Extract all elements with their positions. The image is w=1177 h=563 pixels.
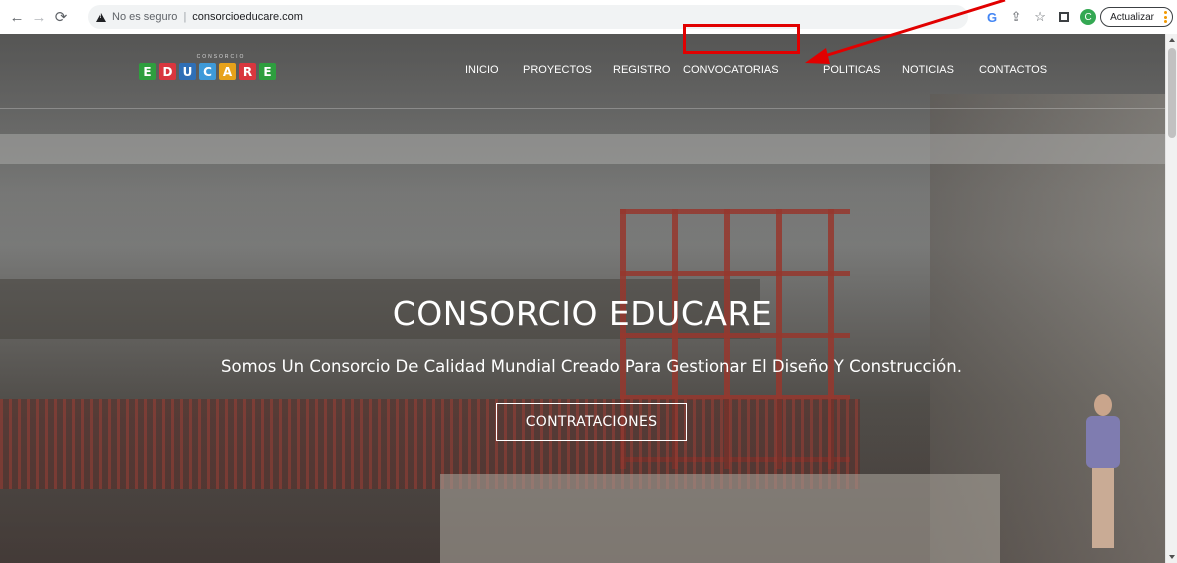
menu-item-convocatorias[interactable]: CONVOCATORIAS (683, 64, 779, 76)
logo-letter: R (239, 63, 256, 80)
menu-item-contactos[interactable]: CONTACTOS (979, 64, 1047, 76)
hero-title: CONSORCIO EDUCARE (392, 294, 773, 333)
address-separator: | (183, 11, 187, 23)
google-icon[interactable]: G (980, 6, 1004, 28)
highlight-box (683, 24, 800, 54)
logo-letter: D (159, 63, 176, 80)
site-header: CONSORCIO EDUCARE INICIO PROYECTOS REGISTR… (0, 34, 1165, 109)
update-button-label: Actualizar (1110, 11, 1154, 23)
profile-avatar[interactable]: C (1080, 9, 1097, 25)
logo-letter: U (179, 63, 196, 80)
courtyard-floor (440, 474, 1000, 563)
page-viewport: CONSORCIO EDUCARE INICIO PROYECTOS REGISTR… (0, 34, 1177, 563)
toolbar-icons: G ⇪ ☆ C Actualizar (980, 0, 1177, 34)
back-arrow-icon[interactable]: ← (6, 6, 28, 28)
update-button[interactable]: Actualizar (1100, 7, 1173, 27)
kebab-menu-icon (1163, 11, 1167, 23)
contrataciones-button[interactable]: CONTRATACIONES (496, 403, 687, 441)
site-logo[interactable]: CONSORCIO EDUCARE (139, 54, 303, 90)
reload-icon[interactable]: ⟳ (50, 6, 72, 28)
logo-letter: E (259, 63, 276, 80)
warning-icon (96, 12, 106, 22)
building-slab (0, 134, 1165, 164)
browser-toolbar: ← → ⟳ No es seguro | consorcioeducare.co… (0, 0, 1177, 34)
menu-item-noticias[interactable]: NOTICIAS (902, 64, 954, 76)
hero-subtitle: Somos Un Consorcio De Calidad Mundial Cr… (221, 357, 962, 376)
logo-letter: A (219, 63, 236, 80)
menu-item-politicas[interactable]: POLITICAS (823, 64, 880, 76)
child-figure (1078, 394, 1128, 554)
logo-top-text: CONSORCIO (196, 54, 246, 60)
menu-item-proyectos[interactable]: PROYECTOS (523, 64, 592, 76)
logo-letter: E (139, 63, 156, 80)
scroll-up-icon[interactable] (1169, 38, 1175, 42)
side-panel-icon[interactable] (1052, 6, 1076, 28)
logo-letter: C (199, 63, 216, 80)
contrataciones-button-label: CONTRATACIONES (525, 414, 658, 430)
security-label[interactable]: No es seguro (112, 11, 177, 23)
star-icon[interactable]: ☆ (1028, 6, 1052, 28)
scroll-down-icon[interactable] (1169, 555, 1175, 559)
logo-letters: EDUCARE (139, 63, 303, 80)
url-text[interactable]: consorcioeducare.com (192, 11, 303, 23)
menu-item-inicio[interactable]: INICIO (465, 64, 499, 76)
page-scrollbar[interactable] (1165, 34, 1177, 563)
forward-arrow-icon[interactable]: → (28, 6, 50, 28)
address-bar[interactable]: No es seguro | consorcioeducare.com (88, 5, 968, 29)
share-icon[interactable]: ⇪ (1004, 6, 1028, 28)
menu-item-registro[interactable]: REGISTRO (613, 64, 670, 76)
scroll-thumb[interactable] (1168, 48, 1176, 138)
